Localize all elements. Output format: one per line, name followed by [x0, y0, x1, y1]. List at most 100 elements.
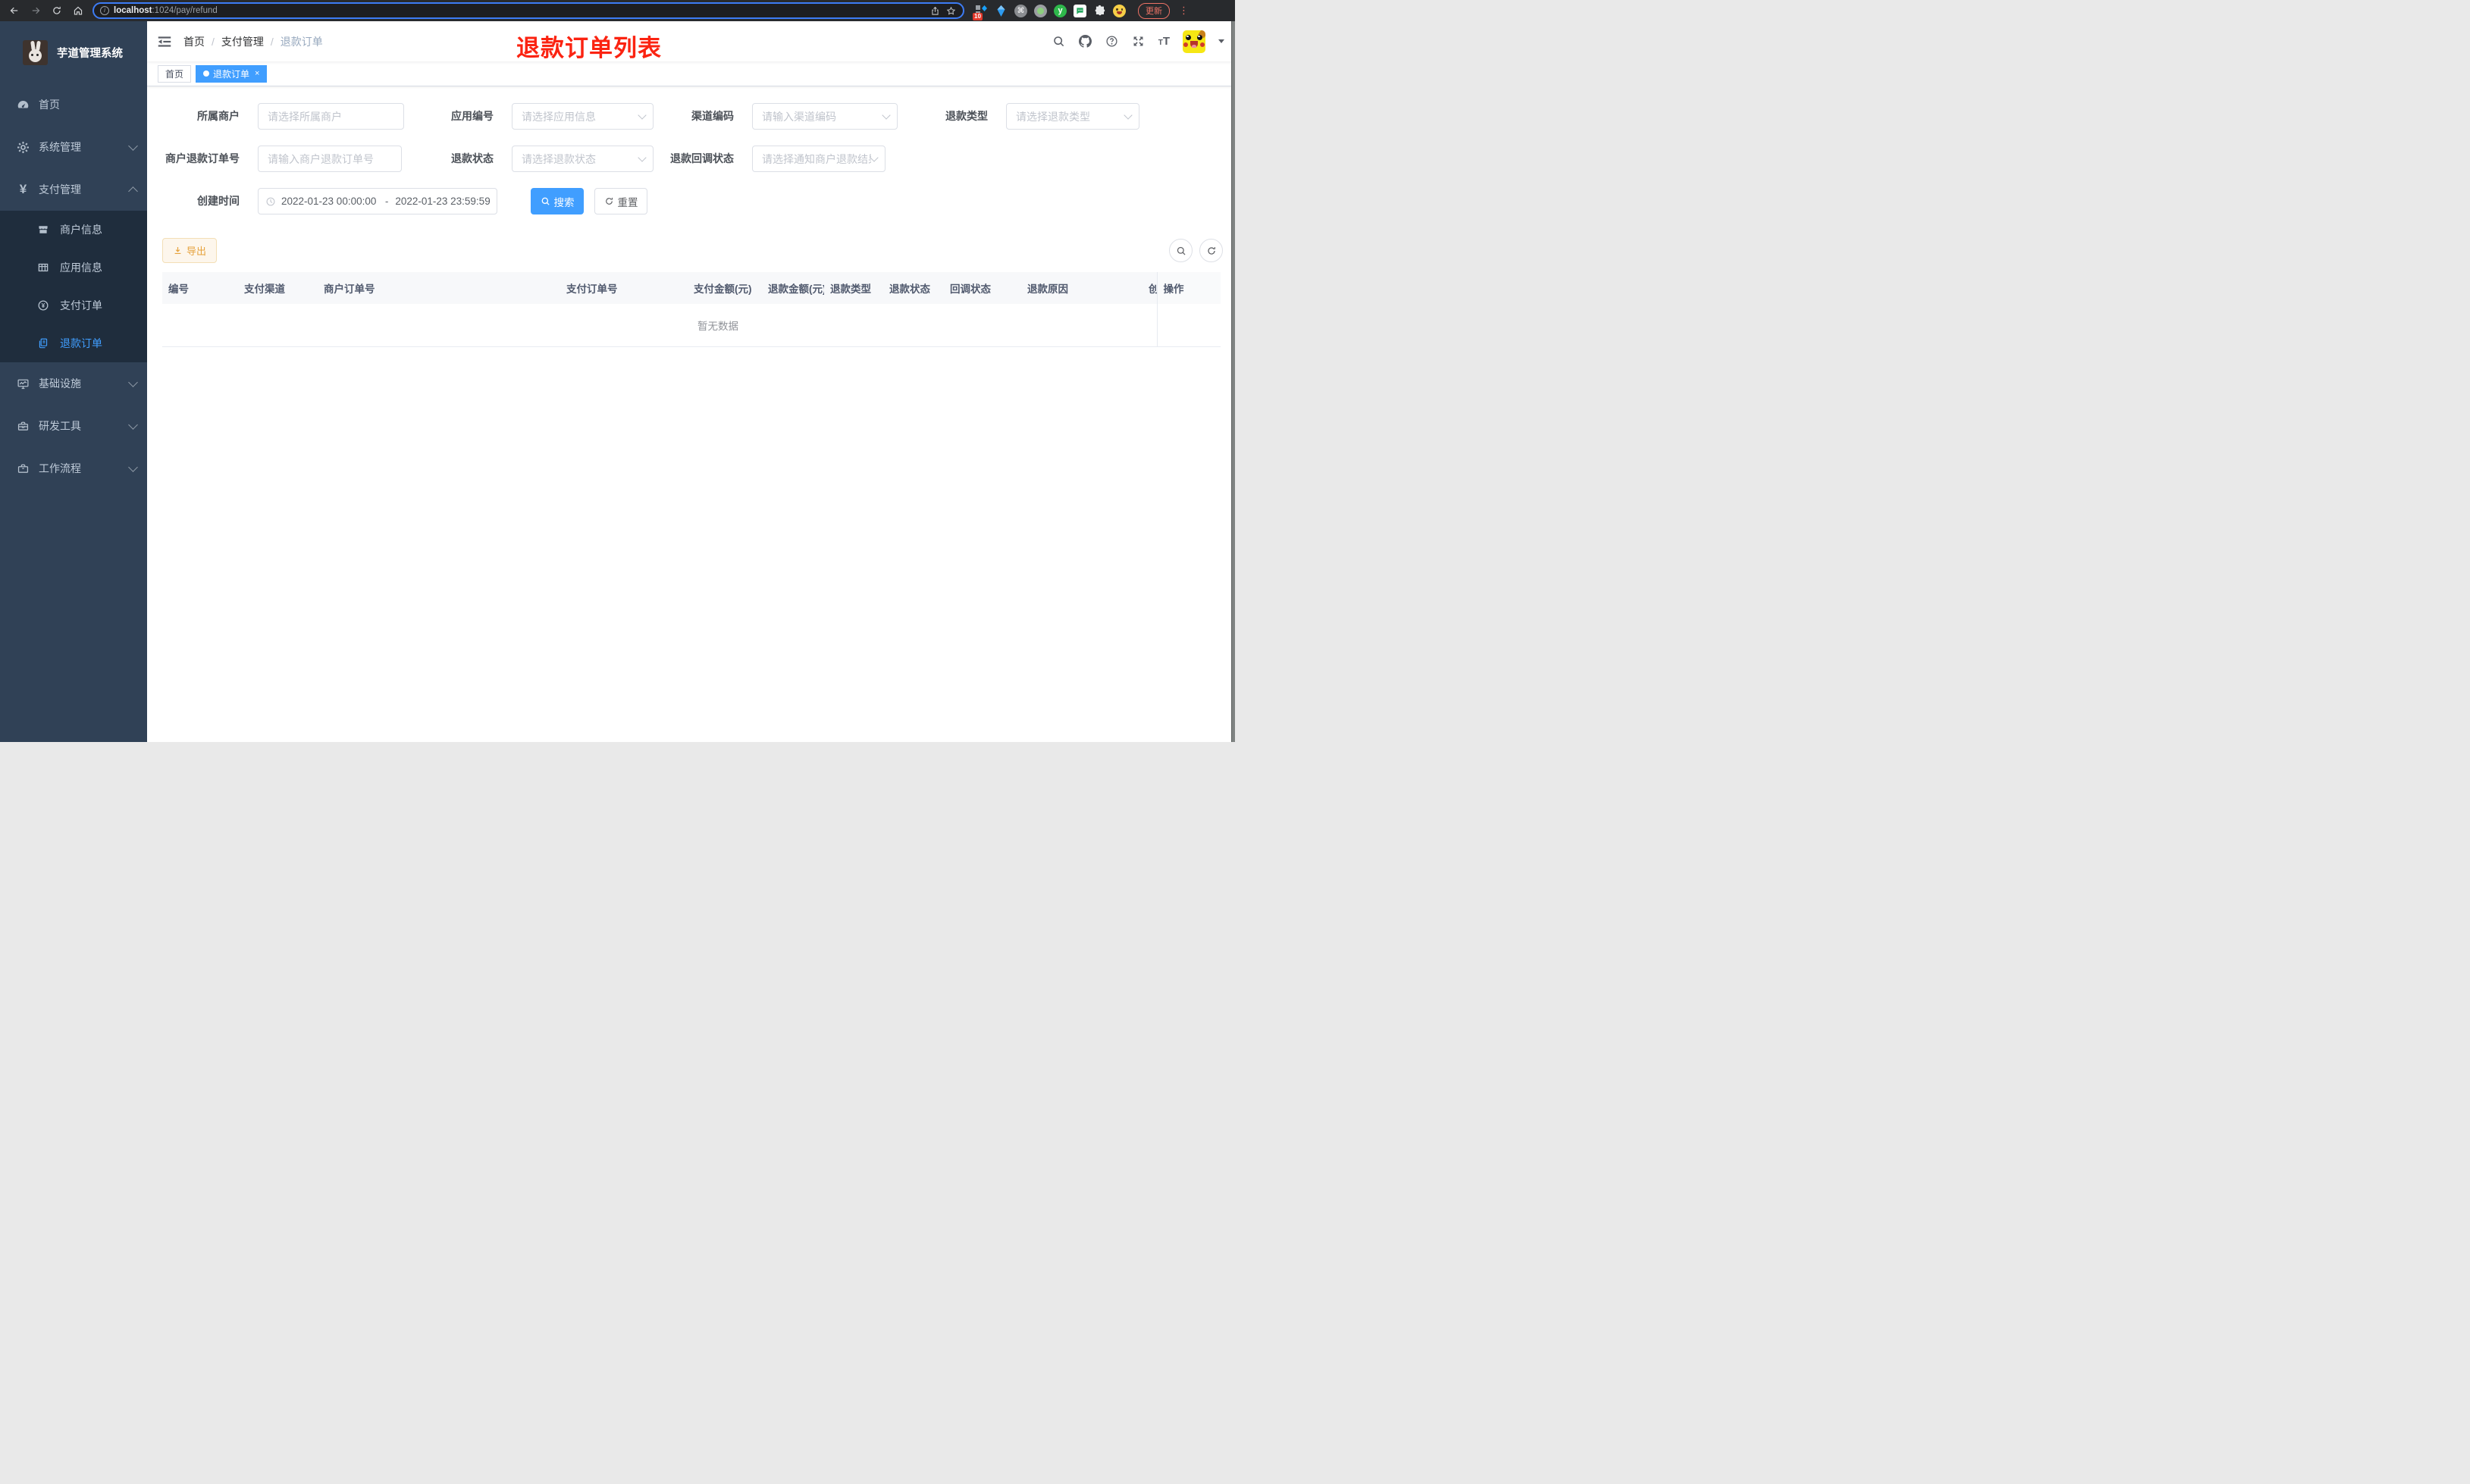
reset-button[interactable]: 重置 [594, 188, 647, 214]
toggle-search-button[interactable] [1169, 239, 1193, 262]
tag-label: 退款订单 [213, 68, 250, 80]
back-icon[interactable] [8, 4, 21, 17]
tag-home[interactable]: 首页 [158, 64, 192, 83]
page: 芋道管理系统 首页 系统管理 ¥ 支付管理 商户信息 应用信息 ¥ 支付订单 退… [0, 21, 1235, 742]
sidebar-toggle-icon[interactable] [156, 33, 173, 50]
sidebar-item-home[interactable]: 首页 [0, 83, 147, 126]
extension-badge: 10 [973, 12, 983, 20]
url-host: localhost [114, 6, 152, 15]
gear-icon [16, 140, 30, 155]
gem-extension-icon[interactable] [995, 5, 1008, 17]
refund-type-select[interactable]: 请选择退款类型 [1006, 103, 1139, 130]
github-icon[interactable] [1079, 35, 1092, 49]
refresh-button[interactable] [1199, 239, 1223, 262]
search-button[interactable]: 搜索 [531, 188, 584, 214]
toolbox-icon [16, 419, 30, 434]
svg-text:¥: ¥ [42, 302, 45, 309]
store-icon [36, 223, 50, 236]
merchant-refund-no-input[interactable] [258, 146, 402, 172]
yen-icon: ¥ [19, 182, 27, 196]
navbar-actions: TT [1052, 30, 1224, 53]
app-select[interactable]: 请选择应用信息 [512, 103, 654, 130]
browser-toolbar: i localhost:1024/pay/refund 10 ⌘ y 更新 ⋮ [0, 0, 1235, 21]
sidebar-item-label: 商户信息 [60, 224, 102, 236]
callback-status-select[interactable]: 请选择通知商户退款结果 [752, 146, 886, 172]
sidebar-item-app-info[interactable]: 应用信息 [0, 249, 147, 286]
chat-extension-icon[interactable] [1074, 4, 1086, 17]
sidebar-item-system[interactable]: 系统管理 [0, 126, 147, 168]
sidebar-item-pay[interactable]: ¥ 支付管理 [0, 168, 147, 211]
breadcrumb-pay[interactable]: 支付管理 [221, 34, 264, 49]
sidebar-item-devtools[interactable]: 研发工具 [0, 405, 147, 447]
sidebar: 芋道管理系统 首页 系统管理 ¥ 支付管理 商户信息 应用信息 ¥ 支付订单 退… [0, 21, 147, 742]
pay-submenu: 商户信息 应用信息 ¥ 支付订单 退款订单 [0, 211, 147, 362]
chevron-down-icon [870, 152, 879, 162]
merchant-input[interactable] [258, 103, 404, 130]
navbar: 首页 / 支付管理 / 退款订单 退款订单列表 TT [147, 21, 1235, 61]
date-separator: - [385, 196, 389, 207]
active-dot [203, 70, 210, 77]
search-icon[interactable] [1052, 35, 1066, 49]
refund-status-select[interactable]: 请选择退款状态 [512, 146, 654, 172]
tag-refund-order[interactable]: 退款订单 × [196, 64, 268, 83]
filter-label-callback-status: 退款回调状态 [670, 152, 734, 164]
window-scrollbar[interactable] [1231, 21, 1235, 742]
app-select-placeholder: 请选择应用信息 [522, 110, 596, 123]
close-icon[interactable]: × [255, 69, 259, 78]
extension-icons: 10 ⌘ y [973, 4, 1126, 20]
filter-label-app: 应用编号 [451, 110, 494, 122]
export-button-label: 导出 [187, 246, 207, 257]
col-merchant-order-no: 商户订单号 [318, 272, 560, 304]
date-start: 2022-01-23 00:00:00 [281, 196, 377, 207]
sidebar-item-pay-order[interactable]: ¥ 支付订单 [0, 286, 147, 324]
sidebar-item-workflow[interactable]: 工作流程 [0, 447, 147, 490]
sidebar-item-label: 支付订单 [60, 299, 102, 312]
address-bar[interactable]: i localhost:1024/pay/refund [92, 2, 964, 19]
help-icon[interactable] [1105, 35, 1119, 49]
forward-icon[interactable] [29, 4, 42, 17]
sidebar-item-infra[interactable]: 基础设施 [0, 362, 147, 405]
create-time-range-picker[interactable]: 2022-01-23 00:00:00 - 2022-01-23 23:59:5… [258, 188, 497, 214]
filter-label-refund-status: 退款状态 [451, 152, 494, 164]
bookmark-star-icon[interactable] [945, 5, 957, 17]
sidebar-item-label: 支付管理 [39, 183, 81, 196]
channel-select[interactable]: 请输入渠道编码 [752, 103, 898, 130]
recorder-extension-icon[interactable] [1034, 4, 1047, 17]
y-extension-icon[interactable]: y [1054, 4, 1067, 17]
font-size-icon[interactable]: TT [1158, 36, 1170, 48]
tab-manager-extension-icon[interactable]: 10 [973, 5, 988, 20]
filter-label-refund-type: 退款类型 [945, 110, 988, 122]
main-area: 首页 / 支付管理 / 退款订单 退款订单列表 TT 首页 退款订单 × 所属商… [147, 21, 1235, 742]
filter-form: 所属商户 应用编号 请选择应用信息 渠道编码 请输入渠道编码 退款类型 [162, 103, 1220, 225]
col-pay-channel: 支付渠道 [238, 272, 318, 304]
sidebar-logo[interactable]: 芋道管理系统 [0, 21, 147, 83]
fullscreen-icon[interactable] [1132, 35, 1146, 49]
browser-update-button[interactable]: 更新 [1138, 2, 1170, 19]
emoji-extension-icon[interactable] [1113, 4, 1126, 17]
breadcrumb-home[interactable]: 首页 [183, 34, 205, 49]
col-refund-reason: 退款原因 [1021, 272, 1143, 304]
logo-avatar [23, 39, 48, 65]
clock-icon [265, 196, 276, 207]
info-icon[interactable]: i [100, 6, 109, 15]
briefcase-icon [16, 462, 30, 476]
page-title: 退款订单列表 [516, 35, 662, 61]
refund-table: 编号 支付渠道 商户订单号 支付订单号 支付金额(元) 退款金额(元) 退款类型… [162, 272, 1221, 347]
browser-menu-icon[interactable]: ⋮ [1179, 5, 1189, 17]
sidebar-item-label: 首页 [39, 99, 60, 111]
extensions-puzzle-icon[interactable] [1093, 5, 1106, 17]
export-button[interactable]: 导出 [162, 238, 218, 263]
sidebar-item-refund-order[interactable]: 退款订单 [0, 324, 147, 362]
home-icon[interactable] [71, 4, 85, 17]
avatar[interactable] [1183, 30, 1205, 53]
avatar-caret-icon[interactable] [1218, 39, 1224, 43]
sidebar-item-label: 基础设施 [39, 377, 81, 390]
filter-label-merchant-refund-no: 商户退款订单号 [165, 152, 240, 164]
right-tools [1169, 239, 1223, 262]
url-text: localhost:1024/pay/refund [114, 6, 925, 15]
reload-icon[interactable] [50, 4, 64, 17]
sidebar-item-merchant-info[interactable]: 商户信息 [0, 211, 147, 249]
share-icon[interactable] [929, 5, 941, 17]
command-extension-icon[interactable]: ⌘ [1014, 4, 1027, 17]
chevron-down-icon [638, 152, 647, 162]
